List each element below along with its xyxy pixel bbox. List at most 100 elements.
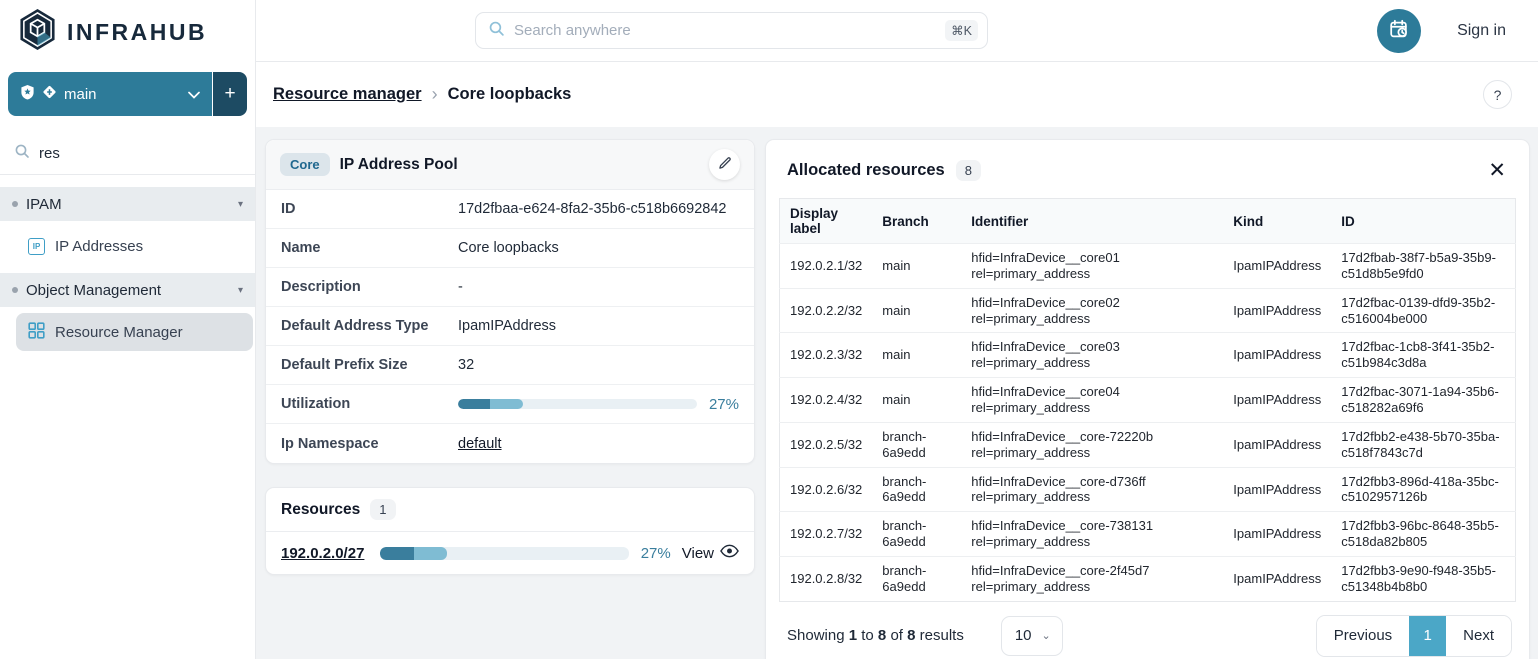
field-value: - (458, 279, 463, 295)
breadcrumb: Resource manager › Core loopbacks ? (256, 62, 1538, 127)
cell-identifier: hfid=InfraDevice__core03rel=primary_addr… (961, 333, 1223, 378)
cell-kind: IpamIPAddress (1223, 557, 1331, 602)
nav-item-label: Resource Manager (55, 324, 183, 341)
group-label: IPAM (26, 196, 238, 213)
allocated-title: Allocated resources (787, 161, 945, 180)
cell-kind: IpamIPAddress (1223, 333, 1331, 378)
help-button[interactable]: ? (1483, 80, 1512, 109)
field-label: Description (281, 279, 458, 295)
cell-branch: main (872, 288, 961, 333)
utilization-bar (458, 399, 697, 409)
table-row: 192.0.2.2/32 main hfid=InfraDevice__core… (780, 288, 1516, 333)
field-label: Ip Namespace (281, 436, 458, 452)
sidebar-item-resource-manager[interactable]: Resource Manager (16, 313, 253, 351)
cell-id: 17d2fbb3-96bc-8648-35b5-c518da82b805 (1331, 512, 1515, 557)
page-size-select[interactable]: 10 ⌄ (1001, 616, 1063, 656)
cell-kind: IpamIPAddress (1223, 378, 1331, 423)
cell-branch: branch-6a9edd (872, 557, 961, 602)
utilization-reserved-segment (414, 547, 448, 560)
resources-title: Resources (281, 501, 360, 519)
topbar-right: Sign in (1377, 9, 1538, 53)
cell-identifier: hfid=InfraDevice__core-738131rel=primary… (961, 512, 1223, 557)
field-value: 17d2fbaa-e624-8fa2-35b6-c518b6692842 (458, 201, 726, 217)
allocated-resources-panel: Allocated resources 8 ✕ Display label Br… (765, 139, 1530, 659)
table-row: 192.0.2.3/32 main hfid=InfraDevice__core… (780, 333, 1516, 378)
prefix-link[interactable]: 192.0.2.0/27 (281, 545, 364, 562)
table-row: 192.0.2.7/32 branch-6a9edd hfid=InfraDev… (780, 512, 1516, 557)
prefix-utilization-bar (380, 547, 628, 560)
sidebar-nav: IPAM ▾ IP IP Addresses Object Management… (0, 187, 255, 359)
page-number-button[interactable]: 1 (1409, 616, 1446, 656)
table-row: 192.0.2.1/32 main hfid=InfraDevice__core… (780, 244, 1516, 289)
brand-logo[interactable]: INFRAHUB (0, 0, 255, 62)
nav-item-label: IP Addresses (55, 238, 143, 255)
allocated-table: Display label Branch Identifier Kind ID … (779, 198, 1516, 602)
resources-card: Resources 1 192.0.2.0/27 27% (265, 487, 755, 575)
cell-branch: main (872, 378, 961, 423)
ip-namespace-link[interactable]: default (458, 436, 502, 452)
cell-id: 17d2fbac-3071-1a94-35b6-c518282a69f6 (1331, 378, 1515, 423)
field-default-prefix-size: Default Prefix Size 32 (266, 346, 754, 385)
keyboard-shortcut-badge: ⌘K (945, 20, 978, 41)
nav-group-ipam[interactable]: IPAM ▾ (0, 187, 255, 221)
cell-id: 17d2fbb2-e438-5b70-35ba-c518f7843c7d (1331, 422, 1515, 467)
pool-card-header: Core IP Address Pool (266, 140, 754, 190)
cell-display-label: 192.0.2.8/32 (780, 557, 873, 602)
utilization-reserved-segment (490, 399, 522, 409)
sidebar: INFRAHUB main + (0, 0, 256, 659)
allocated-count-badge: 8 (956, 160, 981, 181)
sidebar-filter (0, 132, 255, 175)
namespace-badge: Core (280, 153, 330, 176)
cell-identifier: hfid=InfraDevice__core02rel=primary_addr… (961, 288, 1223, 333)
group-bullet-icon (12, 201, 18, 207)
view-label: View (682, 545, 714, 562)
field-label: Utilization (281, 396, 458, 412)
schedule-avatar-button[interactable] (1377, 9, 1421, 53)
field-ip-namespace: Ip Namespace default (266, 424, 754, 463)
pagination: Previous 1 Next (1316, 615, 1512, 657)
breadcrumb-parent-link[interactable]: Resource manager (273, 85, 422, 104)
search-icon (488, 20, 505, 42)
utilization-percent: 27% (709, 396, 739, 413)
branch-selector-button[interactable]: main (8, 72, 212, 116)
sidebar-item-ip-addresses[interactable]: IP IP Addresses (0, 227, 253, 265)
column-kind: Kind (1223, 199, 1331, 244)
topbar: ⌘K Sign in (256, 0, 1538, 62)
field-label: Default Prefix Size (281, 357, 458, 373)
edit-button[interactable] (709, 149, 740, 180)
cell-identifier: hfid=InfraDevice__core-72220brel=primary… (961, 422, 1223, 467)
field-value: Core loopbacks (458, 240, 559, 256)
field-default-address-type: Default Address Type IpamIPAddress (266, 307, 754, 346)
pool-card-title: IP Address Pool (340, 156, 458, 174)
nav-group-object-management[interactable]: Object Management ▾ (0, 273, 255, 307)
resources-count-badge: 1 (370, 499, 395, 520)
eye-icon (720, 544, 739, 562)
table-row: 192.0.2.4/32 main hfid=InfraDevice__core… (780, 378, 1516, 423)
cell-branch: branch-6a9edd (872, 422, 961, 467)
cell-display-label: 192.0.2.2/32 (780, 288, 873, 333)
shield-star-icon (20, 84, 35, 104)
next-page-button[interactable]: Next (1446, 616, 1511, 656)
view-button[interactable]: View (682, 544, 739, 562)
global-search-input[interactable] (514, 22, 936, 39)
ip-address-icon: IP (28, 238, 45, 255)
branch-selector-row: main + (8, 72, 247, 116)
column-branch: Branch (872, 199, 961, 244)
branch-name: main (64, 86, 181, 103)
cell-id: 17d2fbac-1cb8-3f41-35b2-c51b984c3d8a (1331, 333, 1515, 378)
sidebar-filter-input[interactable] (39, 145, 241, 162)
cell-kind: IpamIPAddress (1223, 288, 1331, 333)
chevron-down-icon: ▾ (238, 285, 243, 296)
field-value: IpamIPAddress (458, 318, 556, 334)
create-branch-button[interactable]: + (213, 72, 247, 116)
cell-branch: main (872, 244, 961, 289)
cell-identifier: hfid=InfraDevice__core-2f45d7rel=primary… (961, 557, 1223, 602)
previous-page-button[interactable]: Previous (1317, 616, 1409, 656)
cell-branch: main (872, 333, 961, 378)
cell-kind: IpamIPAddress (1223, 512, 1331, 557)
close-icon[interactable]: ✕ (1482, 158, 1512, 183)
field-id: ID 17d2fbaa-e624-8fa2-35b6-c518b6692842 (266, 190, 754, 229)
sign-in-button[interactable]: Sign in (1457, 22, 1506, 40)
content: Core IP Address Pool ID 17d2fbaa-e624-8f… (256, 127, 1538, 659)
cell-id: 17d2fbb3-9e90-f948-35b5-c51348b4b8b0 (1331, 557, 1515, 602)
